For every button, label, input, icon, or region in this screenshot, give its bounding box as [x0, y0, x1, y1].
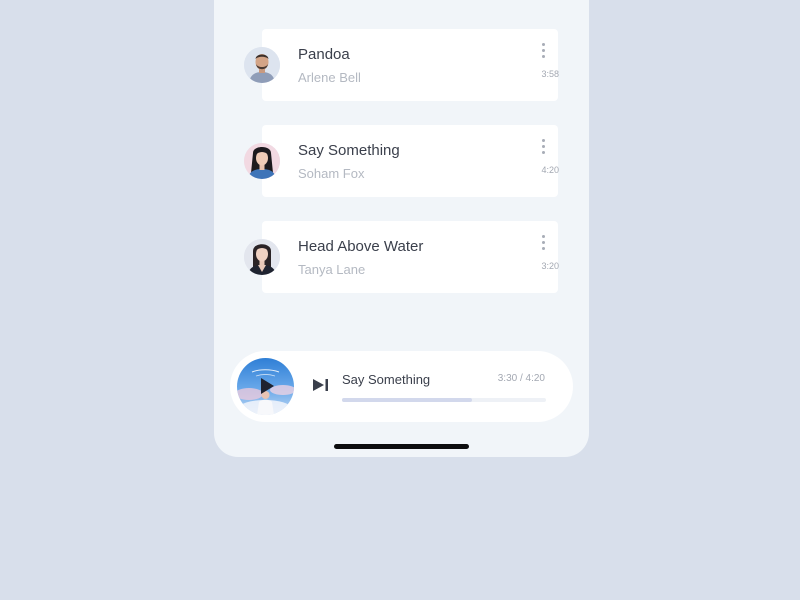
avatar-tanya-lane — [244, 239, 280, 275]
more-options-icon[interactable] — [541, 139, 545, 155]
more-options-icon[interactable] — [541, 235, 545, 251]
track-duration: 3:58 — [541, 69, 559, 79]
progress-fill — [342, 398, 472, 402]
album-art[interactable] — [237, 358, 294, 415]
track-card-pandoa[interactable] — [262, 29, 558, 101]
track-title: Say Something — [298, 142, 400, 159]
avatar-arlene-bell — [244, 47, 280, 83]
track-artist: Soham Fox — [298, 166, 365, 181]
home-indicator — [334, 444, 469, 449]
now-playing-time: 3:30 / 4:20 — [497, 373, 545, 384]
more-options-icon[interactable] — [541, 43, 545, 59]
track-title: Pandoa — [298, 46, 350, 63]
progress-bar[interactable] — [342, 398, 546, 402]
play-icon[interactable] — [258, 377, 276, 395]
phone-screen: Pandoa Arlene Bell 3:58 Say Something So… — [214, 0, 589, 457]
track-card-head-above-water[interactable] — [262, 221, 558, 293]
track-title: Head Above Water — [298, 238, 424, 255]
track-duration: 3:20 — [541, 261, 559, 271]
now-playing-bar: Say Something 3:30 / 4:20 — [230, 351, 573, 422]
now-playing-title: Say Something — [342, 372, 431, 387]
track-duration: 4:20 — [541, 165, 559, 175]
track-card-say-something[interactable] — [262, 125, 558, 197]
track-artist: Arlene Bell — [298, 70, 361, 85]
avatar-soham-fox — [244, 143, 280, 179]
track-artist: Tanya Lane — [298, 262, 366, 277]
skip-next-icon[interactable] — [312, 378, 330, 392]
